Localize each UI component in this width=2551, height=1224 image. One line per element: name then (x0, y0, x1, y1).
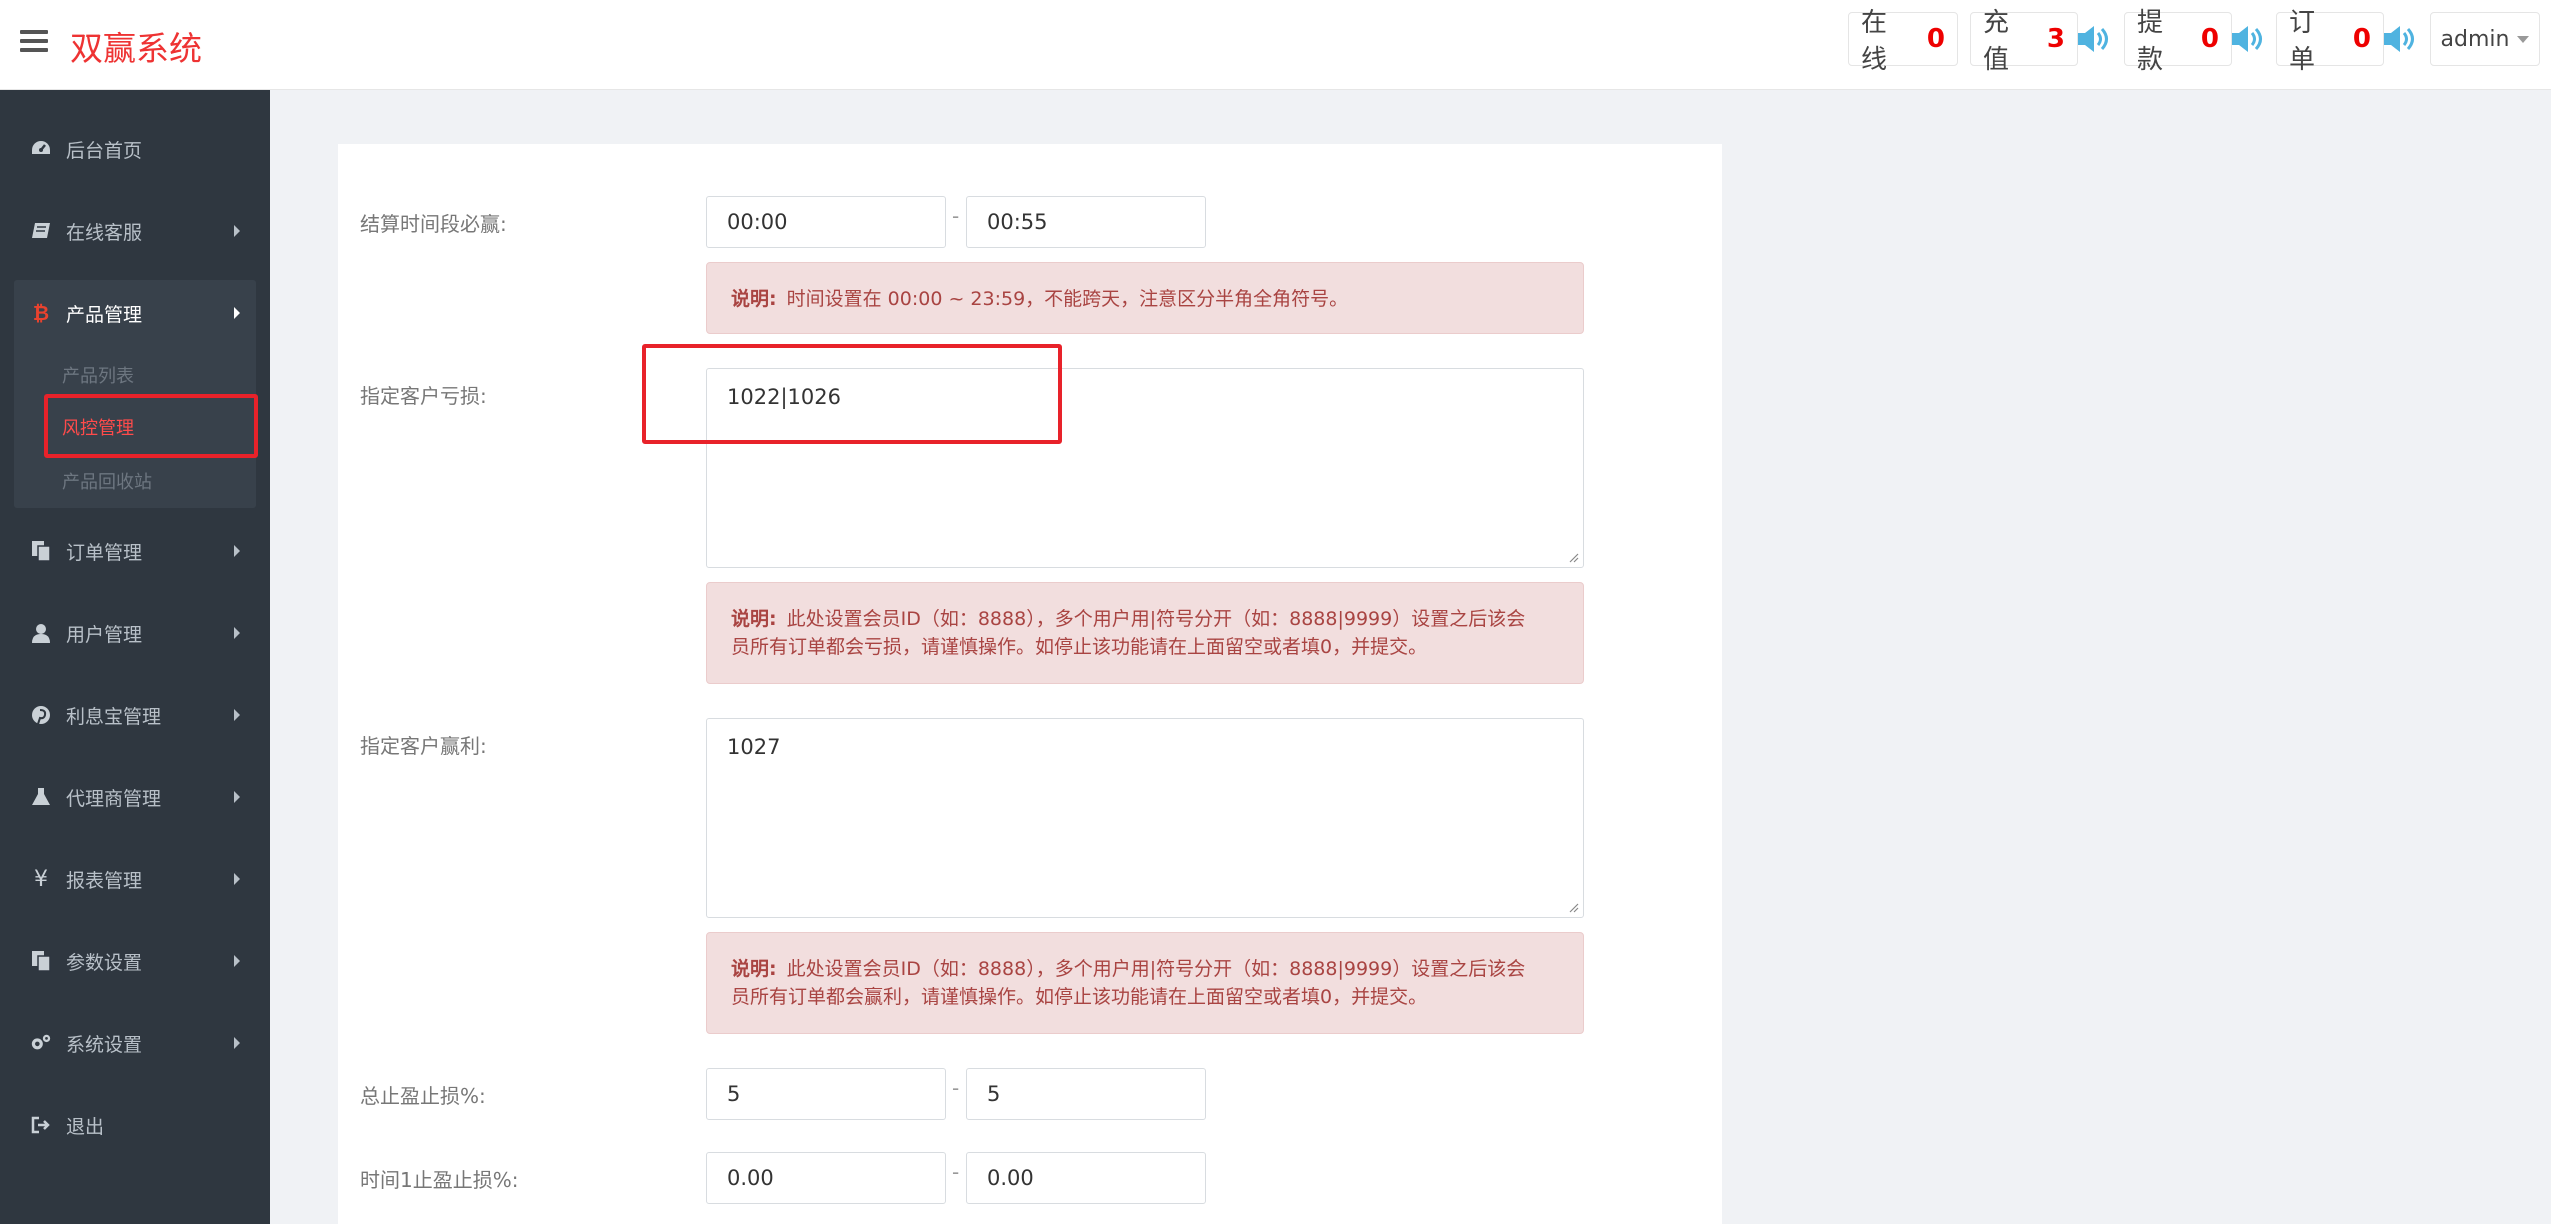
bitcoin-icon: ₿ (32, 300, 50, 325)
sidebar-item-reports[interactable]: ¥ 报表管理 (0, 854, 270, 904)
gears-icon (30, 1032, 52, 1054)
chevron-right-icon (234, 873, 240, 885)
sidebar-item-interest[interactable]: 利息宝管理 (0, 690, 270, 740)
chevron-right-icon (234, 1037, 240, 1049)
note-text-line2: 员所有订单都会亏损，请谨慎操作。如停止该功能请在上面留空或者填0，并提交。 (731, 636, 1428, 658)
range-dash: - (952, 1076, 960, 1100)
chevron-right-icon (234, 627, 240, 639)
order-sound-icon[interactable] (2382, 24, 2416, 54)
sidebar-item-label: 后台首页 (66, 139, 143, 162)
sidebar-item-label: 报表管理 (66, 869, 143, 892)
loss-users-textarea[interactable]: 1022|1026 (706, 368, 1584, 568)
sidebar-item-label: 用户管理 (66, 623, 143, 646)
note-text-line1: 此处设置会员ID（如：8888），多个用户用|符号分开（如：8888|9999）… (786, 608, 1526, 630)
sidebar-item-support[interactable]: 在线客服 (0, 206, 270, 256)
sidebar-item-label: 参数设置 (66, 951, 143, 974)
sidebar-item-label: 产品管理 (66, 303, 143, 326)
range-dash: - (952, 1160, 960, 1184)
recharge-label: 充值 (1983, 8, 2010, 75)
win-note-alert: 说明: 此处设置会员ID（如：8888），多个用户用|符号分开（如：8888|99… (706, 932, 1584, 1034)
sidebar-item-label: 利息宝管理 (66, 705, 162, 728)
sidebar-item-label: 在线客服 (66, 221, 143, 244)
copy-icon (30, 950, 52, 972)
resize-grip-icon[interactable] (1567, 551, 1579, 563)
admin-user-menu[interactable]: admin (2430, 12, 2540, 66)
caret-down-icon (2517, 35, 2530, 43)
online-count: 0 (1926, 24, 1945, 54)
sidebar-item-orders[interactable]: 订单管理 (0, 526, 270, 576)
top-header: 双赢系统 在线 0 充值 3 提款 0 订单 0 admin (0, 0, 2551, 90)
withdraw-label: 提款 (2137, 8, 2164, 75)
sidebar: 后台首页 在线客服 ₿ 产品管理 产品列表 风控管理 产品回收站 订单管理 用户… (0, 90, 270, 1224)
settle-note-alert: 说明: 时间设置在 00:00 ~ 23:59，不能跨天，注意区分半角全角符号。 (706, 262, 1584, 334)
yen-icon: ¥ (34, 866, 48, 892)
copy-icon (30, 540, 52, 562)
sidebar-item-label: 代理商管理 (66, 787, 162, 810)
stop-min-input[interactable]: 5 (706, 1068, 946, 1120)
sidebar-item-users[interactable]: 用户管理 (0, 608, 270, 658)
sidebar-item-home[interactable]: 后台首页 (0, 124, 270, 174)
note-title: 说明: (731, 288, 777, 310)
sign-out-icon (30, 1114, 52, 1136)
recharge-sound-icon[interactable] (2076, 24, 2110, 54)
stop-max-input[interactable]: 5 (966, 1068, 1206, 1120)
sidebar-item-agents[interactable]: 代理商管理 (0, 772, 270, 822)
subitem-product-recycle[interactable]: 产品回收站 (62, 468, 152, 494)
recharge-stat[interactable]: 充值 3 (1970, 8, 2078, 75)
sidebar-item-label: 订单管理 (66, 541, 143, 564)
sidebar-item-label: 退出 (66, 1115, 105, 1138)
user-icon (30, 622, 52, 644)
online-label: 在线 (1861, 8, 1888, 75)
order-stat[interactable]: 订单 0 (2276, 8, 2384, 75)
settle-end-input[interactable]: 00:55 (966, 196, 1206, 248)
chevron-right-icon (234, 307, 240, 319)
loss-note-alert: 说明: 此处设置会员ID（如：8888），多个用户用|符号分开（如：8888|99… (706, 582, 1584, 684)
settle-start-input[interactable]: 00:00 (706, 196, 946, 248)
chevron-right-icon (234, 545, 240, 557)
note-text: 时间设置在 00:00 ~ 23:59，不能跨天，注意区分半角全角符号。 (786, 288, 1349, 310)
note-text-line2: 员所有订单都会赢利，请谨慎操作。如停止该功能请在上面留空或者填0，并提交。 (731, 986, 1428, 1008)
brand-title: 双赢系统 (70, 29, 202, 68)
loss-users-label: 指定客户亏损: (360, 384, 487, 408)
admin-username: admin (2440, 26, 2510, 52)
note-title: 说明: (731, 608, 777, 630)
time-stop-min-input[interactable]: 0.00 (706, 1152, 946, 1204)
sidebar-item-label: 系统设置 (66, 1033, 143, 1056)
withdraw-count: 0 (2200, 24, 2219, 54)
sidebar-item-products[interactable]: ₿ 产品管理 (0, 288, 270, 338)
stop-profit-loss-label: 总止盈止损%: (360, 1084, 486, 1108)
resize-grip-icon[interactable] (1567, 901, 1579, 913)
textarea-value: 1022|1026 (727, 385, 841, 409)
note-title: 说明: (731, 958, 777, 980)
withdraw-sound-icon[interactable] (2230, 24, 2264, 54)
book-icon (30, 220, 52, 242)
chevron-right-icon (234, 709, 240, 721)
pinterest-icon (30, 704, 52, 726)
note-text-line1: 此处设置会员ID（如：8888），多个用户用|符号分开（如：8888|9999）… (786, 958, 1526, 980)
order-label: 订单 (2289, 8, 2316, 75)
time-stop-max-input[interactable]: 0.00 (966, 1152, 1206, 1204)
win-users-label: 指定客户赢利: (360, 734, 487, 758)
range-dash: - (952, 204, 960, 228)
chevron-right-icon (234, 791, 240, 803)
flask-icon (30, 786, 52, 808)
win-users-textarea[interactable]: 1027 (706, 718, 1584, 918)
chevron-right-icon (234, 955, 240, 967)
time-stop-label: 时间1止盈止损%: (360, 1168, 519, 1192)
settle-time-label: 结算时间段必赢: (360, 212, 507, 236)
sidebar-item-system[interactable]: 系统设置 (0, 1018, 270, 1068)
subitem-product-list[interactable]: 产品列表 (62, 362, 134, 388)
order-count: 0 (2352, 24, 2371, 54)
online-stat[interactable]: 在线 0 (1848, 8, 1958, 75)
textarea-value: 1027 (727, 735, 781, 759)
subitem-risk-control[interactable]: 风控管理 (62, 414, 134, 440)
withdraw-stat[interactable]: 提款 0 (2124, 8, 2232, 75)
sidebar-item-logout[interactable]: 退出 (0, 1100, 270, 1150)
sidebar-item-params[interactable]: 参数设置 (0, 936, 270, 986)
menu-toggle-icon[interactable] (20, 30, 48, 54)
chevron-right-icon (234, 225, 240, 237)
recharge-count: 3 (2046, 24, 2065, 54)
dashboard-icon (30, 138, 52, 160)
